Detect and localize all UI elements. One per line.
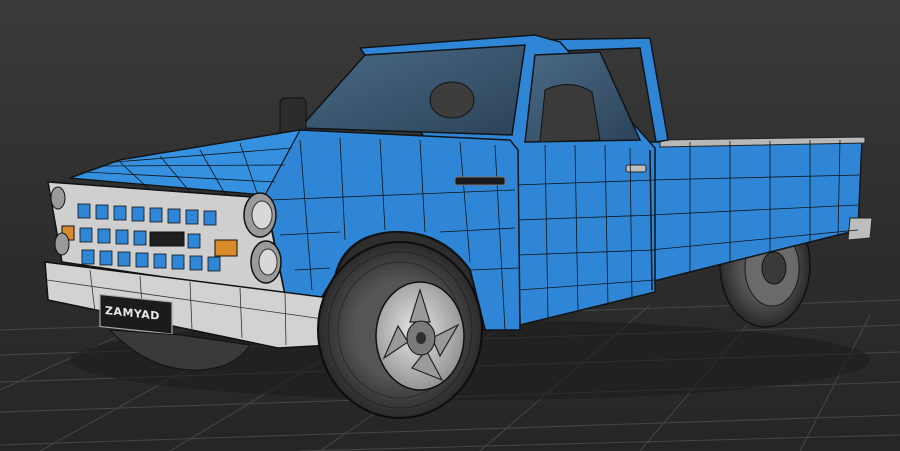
wireframe-render: ZAMYAD (0, 0, 900, 451)
front-right-wheel (317, 241, 483, 419)
3d-viewport[interactable]: ZAMYAD (0, 0, 900, 451)
